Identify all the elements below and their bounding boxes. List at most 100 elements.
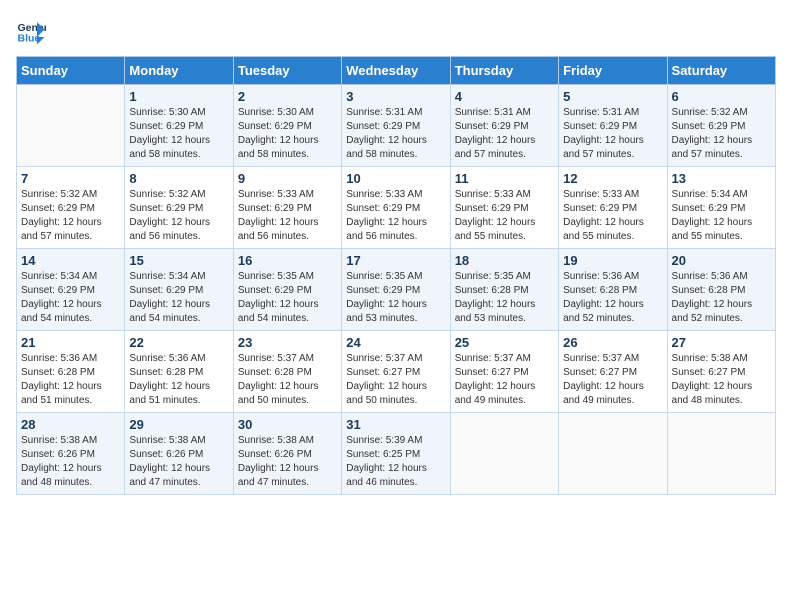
day-header-thursday: Thursday bbox=[450, 57, 558, 85]
day-number: 19 bbox=[563, 253, 662, 268]
day-number: 4 bbox=[455, 89, 554, 104]
calendar-cell: 2 Sunrise: 5:30 AMSunset: 6:29 PMDaylight… bbox=[233, 85, 341, 167]
day-info: Sunrise: 5:35 AMSunset: 6:29 PMDaylight:… bbox=[346, 270, 445, 326]
day-number: 27 bbox=[672, 335, 771, 350]
calendar-body: 1 Sunrise: 5:30 AMSunset: 6:29 PMDaylight… bbox=[17, 85, 776, 495]
calendar-cell: 24 Sunrise: 5:37 AMSunset: 6:27 PMDayligh… bbox=[342, 331, 450, 413]
calendar-cell: 21 Sunrise: 5:36 AMSunset: 6:28 PMDayligh… bbox=[17, 331, 125, 413]
day-number: 5 bbox=[563, 89, 662, 104]
day-info: Sunrise: 5:38 AMSunset: 6:26 PMDaylight:… bbox=[238, 434, 337, 490]
calendar-cell: 8 Sunrise: 5:32 AMSunset: 6:29 PMDaylight… bbox=[125, 167, 233, 249]
day-number: 21 bbox=[21, 335, 120, 350]
calendar-cell: 11 Sunrise: 5:33 AMSunset: 6:29 PMDayligh… bbox=[450, 167, 558, 249]
svg-text:Blue: Blue bbox=[18, 33, 41, 45]
day-number: 2 bbox=[238, 89, 337, 104]
calendar-cell: 30 Sunrise: 5:38 AMSunset: 6:26 PMDayligh… bbox=[233, 413, 341, 495]
calendar-cell: 20Sunrise: 5:36 AMSunset: 6:28 PMDayligh… bbox=[667, 249, 775, 331]
calendar-cell: 31Sunrise: 5:39 AMSunset: 6:25 PMDayligh… bbox=[342, 413, 450, 495]
day-number: 12 bbox=[563, 171, 662, 186]
day-number: 10 bbox=[346, 171, 445, 186]
day-number: 9 bbox=[238, 171, 337, 186]
day-number: 1 bbox=[129, 89, 228, 104]
calendar-cell: 3Sunrise: 5:31 AMSunset: 6:29 PMDaylight… bbox=[342, 85, 450, 167]
calendar-cell: 10 Sunrise: 5:33 AMSunset: 6:29 PMDayligh… bbox=[342, 167, 450, 249]
day-info: Sunrise: 5:33 AMSunset: 6:29 PMDaylight:… bbox=[346, 188, 445, 244]
day-number: 26 bbox=[563, 335, 662, 350]
calendar-cell: 23Sunrise: 5:37 AMSunset: 6:28 PMDayligh… bbox=[233, 331, 341, 413]
calendar-week-row: 7 Sunrise: 5:32 AMSunset: 6:29 PMDaylight… bbox=[17, 167, 776, 249]
calendar-cell bbox=[17, 85, 125, 167]
calendar-cell: 9 Sunrise: 5:33 AMSunset: 6:29 PMDaylight… bbox=[233, 167, 341, 249]
day-info: Sunrise: 5:30 AMSunset: 6:29 PMDaylight:… bbox=[129, 106, 228, 162]
page-header: General Blue bbox=[16, 16, 776, 46]
day-number: 17 bbox=[346, 253, 445, 268]
day-info: Sunrise: 5:36 AMSunset: 6:28 PMDaylight:… bbox=[129, 352, 228, 408]
day-info: Sunrise: 5:34 AMSunset: 6:29 PMDaylight:… bbox=[21, 270, 120, 326]
day-header-friday: Friday bbox=[559, 57, 667, 85]
day-info: Sunrise: 5:33 AMSunset: 6:29 PMDaylight:… bbox=[238, 188, 337, 244]
day-info: Sunrise: 5:32 AMSunset: 6:29 PMDaylight:… bbox=[21, 188, 120, 244]
calendar-cell: 15 Sunrise: 5:34 AMSunset: 6:29 PMDayligh… bbox=[125, 249, 233, 331]
day-number: 28 bbox=[21, 417, 120, 432]
calendar-week-row: 21 Sunrise: 5:36 AMSunset: 6:28 PMDayligh… bbox=[17, 331, 776, 413]
day-number: 6 bbox=[672, 89, 771, 104]
day-info: Sunrise: 5:34 AMSunset: 6:29 PMDaylight:… bbox=[672, 188, 771, 244]
calendar-cell: 28 Sunrise: 5:38 AMSunset: 6:26 PMDayligh… bbox=[17, 413, 125, 495]
calendar-table: SundayMondayTuesdayWednesdayThursdayFrid… bbox=[16, 56, 776, 495]
day-info: Sunrise: 5:37 AMSunset: 6:27 PMDaylight:… bbox=[455, 352, 554, 408]
calendar-cell: 12Sunrise: 5:33 AMSunset: 6:29 PMDayligh… bbox=[559, 167, 667, 249]
day-number: 15 bbox=[129, 253, 228, 268]
logo: General Blue bbox=[16, 16, 50, 46]
day-number: 11 bbox=[455, 171, 554, 186]
calendar-week-row: 1 Sunrise: 5:30 AMSunset: 6:29 PMDaylight… bbox=[17, 85, 776, 167]
day-number: 3 bbox=[346, 89, 445, 104]
day-number: 24 bbox=[346, 335, 445, 350]
day-info: Sunrise: 5:39 AMSunset: 6:25 PMDaylight:… bbox=[346, 434, 445, 490]
calendar-cell: 13 Sunrise: 5:34 AMSunset: 6:29 PMDayligh… bbox=[667, 167, 775, 249]
calendar-cell bbox=[667, 413, 775, 495]
calendar-header-row: SundayMondayTuesdayWednesdayThursdayFrid… bbox=[17, 57, 776, 85]
day-info: Sunrise: 5:38 AMSunset: 6:26 PMDaylight:… bbox=[129, 434, 228, 490]
day-info: Sunrise: 5:35 AMSunset: 6:28 PMDaylight:… bbox=[455, 270, 554, 326]
calendar-cell: 25Sunrise: 5:37 AMSunset: 6:27 PMDayligh… bbox=[450, 331, 558, 413]
day-info: Sunrise: 5:34 AMSunset: 6:29 PMDaylight:… bbox=[129, 270, 228, 326]
day-info: Sunrise: 5:32 AMSunset: 6:29 PMDaylight:… bbox=[672, 106, 771, 162]
day-header-sunday: Sunday bbox=[17, 57, 125, 85]
calendar-cell: 16 Sunrise: 5:35 AMSunset: 6:29 PMDayligh… bbox=[233, 249, 341, 331]
calendar-cell: 18 Sunrise: 5:35 AMSunset: 6:28 PMDayligh… bbox=[450, 249, 558, 331]
day-info: Sunrise: 5:36 AMSunset: 6:28 PMDaylight:… bbox=[21, 352, 120, 408]
day-info: Sunrise: 5:33 AMSunset: 6:29 PMDaylight:… bbox=[455, 188, 554, 244]
day-number: 13 bbox=[672, 171, 771, 186]
day-number: 8 bbox=[129, 171, 228, 186]
calendar-cell: 6 Sunrise: 5:32 AMSunset: 6:29 PMDaylight… bbox=[667, 85, 775, 167]
day-header-tuesday: Tuesday bbox=[233, 57, 341, 85]
day-number: 7 bbox=[21, 171, 120, 186]
logo-icon: General Blue bbox=[16, 16, 46, 46]
day-info: Sunrise: 5:32 AMSunset: 6:29 PMDaylight:… bbox=[129, 188, 228, 244]
day-number: 16 bbox=[238, 253, 337, 268]
day-info: Sunrise: 5:37 AMSunset: 6:27 PMDaylight:… bbox=[563, 352, 662, 408]
calendar-cell: 22 Sunrise: 5:36 AMSunset: 6:28 PMDayligh… bbox=[125, 331, 233, 413]
calendar-cell bbox=[450, 413, 558, 495]
day-number: 23 bbox=[238, 335, 337, 350]
day-header-saturday: Saturday bbox=[667, 57, 775, 85]
day-header-monday: Monday bbox=[125, 57, 233, 85]
day-info: Sunrise: 5:31 AMSunset: 6:29 PMDaylight:… bbox=[455, 106, 554, 162]
calendar-week-row: 14Sunrise: 5:34 AMSunset: 6:29 PMDayligh… bbox=[17, 249, 776, 331]
day-number: 18 bbox=[455, 253, 554, 268]
calendar-cell: 1 Sunrise: 5:30 AMSunset: 6:29 PMDaylight… bbox=[125, 85, 233, 167]
day-info: Sunrise: 5:38 AMSunset: 6:27 PMDaylight:… bbox=[672, 352, 771, 408]
day-number: 22 bbox=[129, 335, 228, 350]
calendar-week-row: 28 Sunrise: 5:38 AMSunset: 6:26 PMDayligh… bbox=[17, 413, 776, 495]
day-info: Sunrise: 5:37 AMSunset: 6:27 PMDaylight:… bbox=[346, 352, 445, 408]
day-number: 30 bbox=[238, 417, 337, 432]
day-info: Sunrise: 5:35 AMSunset: 6:29 PMDaylight:… bbox=[238, 270, 337, 326]
day-info: Sunrise: 5:30 AMSunset: 6:29 PMDaylight:… bbox=[238, 106, 337, 162]
calendar-cell: 7 Sunrise: 5:32 AMSunset: 6:29 PMDaylight… bbox=[17, 167, 125, 249]
calendar-cell: 5Sunrise: 5:31 AMSunset: 6:29 PMDaylight… bbox=[559, 85, 667, 167]
day-number: 20 bbox=[672, 253, 771, 268]
calendar-cell: 17 Sunrise: 5:35 AMSunset: 6:29 PMDayligh… bbox=[342, 249, 450, 331]
calendar-cell: 29Sunrise: 5:38 AMSunset: 6:26 PMDayligh… bbox=[125, 413, 233, 495]
calendar-cell: 4 Sunrise: 5:31 AMSunset: 6:29 PMDaylight… bbox=[450, 85, 558, 167]
day-info: Sunrise: 5:38 AMSunset: 6:26 PMDaylight:… bbox=[21, 434, 120, 490]
